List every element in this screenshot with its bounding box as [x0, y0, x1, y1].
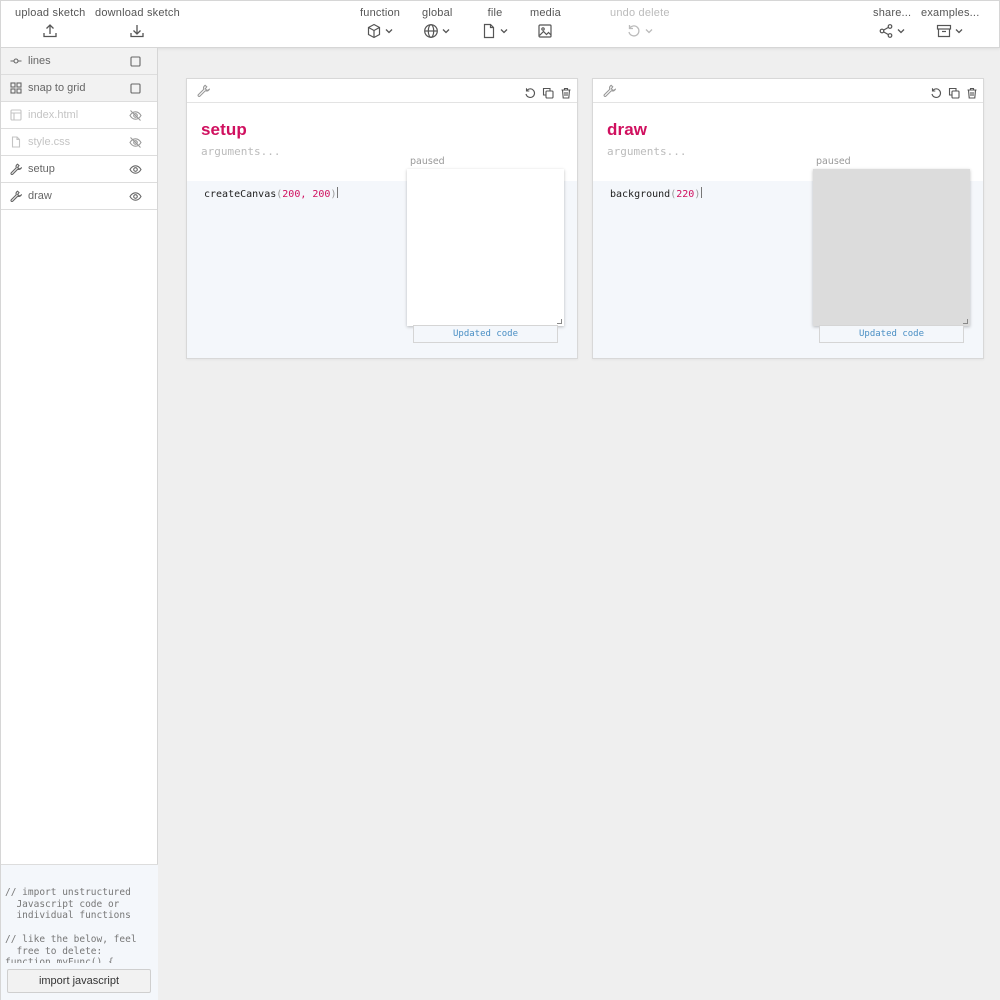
media-label: media — [530, 7, 561, 19]
undo-delete-label: undo delete — [610, 7, 670, 19]
function-menu-button[interactable]: function — [360, 7, 400, 40]
eye-off-icon[interactable] — [129, 109, 142, 122]
function-label: function — [360, 7, 401, 19]
arguments-input[interactable]: arguments... — [201, 145, 280, 158]
checkbox-icon[interactable] — [129, 55, 142, 68]
wrench-icon — [10, 190, 22, 202]
function-name[interactable]: setup — [201, 120, 247, 140]
eye-off-icon[interactable] — [129, 136, 142, 149]
chevron-down-icon — [897, 29, 905, 34]
trash-icon[interactable] — [965, 86, 978, 99]
wrench-icon[interactable] — [603, 84, 617, 97]
code-arguments: 220 — [676, 189, 695, 200]
panel-header: setup arguments... — [187, 79, 577, 181]
media-button[interactable]: media — [530, 7, 561, 40]
share-menu-button[interactable]: share... — [873, 7, 911, 40]
function-name[interactable]: draw — [607, 120, 647, 140]
sidebar-item-snap-to-grid[interactable]: snap to grid — [1, 75, 157, 102]
updated-code-status: Updated code — [819, 325, 964, 343]
share-icon — [879, 24, 893, 38]
trash-icon[interactable] — [559, 86, 572, 99]
duplicate-icon[interactable] — [947, 86, 960, 99]
wrench-icon — [10, 163, 22, 175]
upload-sketch-button[interactable]: upload sketch — [15, 7, 85, 40]
sketch-canvas-preview[interactable] — [407, 169, 564, 326]
globe-icon — [424, 24, 439, 38]
sidebar: lines snap to grid index.html style.css … — [0, 48, 158, 1000]
global-menu-button[interactable]: global — [422, 7, 453, 40]
chevron-down-icon — [385, 29, 393, 34]
panel-bar[interactable] — [187, 79, 577, 103]
import-javascript-area: // import unstructured Javascript code o… — [1, 864, 158, 1000]
grid-icon — [10, 82, 22, 94]
code-function-call: background — [610, 189, 671, 200]
chevron-down-icon — [645, 29, 653, 34]
code-editor[interactable]: background(220) — [610, 187, 703, 200]
eye-icon[interactable] — [129, 190, 142, 203]
import-code-editor[interactable]: // import unstructured Javascript code o… — [5, 887, 155, 963]
layout-icon — [10, 109, 22, 121]
file-menu-button[interactable]: file — [481, 7, 509, 40]
global-label: global — [422, 7, 453, 19]
duplicate-icon[interactable] — [541, 86, 554, 99]
chevron-down-icon — [955, 29, 963, 34]
chevron-down-icon — [500, 29, 508, 34]
reset-icon[interactable] — [929, 86, 942, 99]
code-arguments: 200, 200 — [282, 189, 331, 200]
download-sketch-label: download sketch — [95, 7, 180, 19]
download-sketch-button[interactable]: download sketch — [95, 7, 180, 40]
undo-delete-button[interactable]: undo delete — [610, 7, 670, 40]
toolbar: upload sketch download sketch function g… — [0, 0, 1000, 48]
sidebar-item-label: setup — [28, 163, 55, 175]
sidebar-item-style-css[interactable]: style.css — [1, 129, 157, 156]
examples-label: examples... — [921, 7, 980, 19]
function-panel-setup: setup arguments... createCanvas(200, 200… — [186, 78, 578, 359]
reset-icon[interactable] — [523, 86, 536, 99]
sidebar-item-setup[interactable]: setup — [1, 156, 157, 183]
download-icon — [130, 25, 145, 38]
checkbox-icon[interactable] — [129, 82, 142, 95]
resize-handle[interactable] — [963, 319, 968, 324]
arguments-input[interactable]: arguments... — [607, 145, 686, 158]
paused-label: paused — [410, 156, 445, 167]
sidebar-item-label: snap to grid — [28, 82, 86, 94]
sidebar-item-label: index.html — [28, 109, 79, 121]
sidebar-item-label: draw — [28, 190, 52, 202]
file-icon — [10, 136, 22, 148]
sidebar-item-label: lines — [28, 55, 51, 67]
panel-bar[interactable] — [593, 79, 983, 103]
archive-icon — [937, 24, 952, 38]
file-icon — [483, 23, 495, 39]
eye-icon[interactable] — [129, 163, 142, 176]
undo-icon — [628, 25, 640, 37]
cube-icon — [367, 23, 381, 39]
sidebar-item-label: style.css — [28, 136, 71, 148]
upload-icon — [43, 24, 57, 38]
sidebar-item-draw[interactable]: draw — [1, 183, 157, 210]
sidebar-item-index-html[interactable]: index.html — [1, 102, 157, 129]
image-icon — [538, 24, 553, 38]
commit-icon — [10, 55, 22, 67]
paused-label: paused — [816, 156, 851, 167]
updated-code-status: Updated code — [413, 325, 558, 343]
resize-handle[interactable] — [557, 319, 562, 324]
share-label: share... — [873, 7, 912, 19]
import-javascript-button[interactable]: import javascript — [7, 969, 151, 993]
sketch-canvas-preview[interactable] — [813, 169, 970, 326]
panel-header: draw arguments... — [593, 79, 983, 181]
function-panel-draw: draw arguments... background(220) paused… — [592, 78, 984, 359]
wrench-icon[interactable] — [197, 84, 211, 97]
chevron-down-icon — [442, 29, 450, 34]
file-label: file — [487, 7, 503, 19]
upload-sketch-label: upload sketch — [15, 7, 86, 19]
sidebar-item-lines[interactable]: lines — [1, 48, 157, 75]
code-function-call: createCanvas — [204, 189, 277, 200]
code-editor[interactable]: createCanvas(200, 200) — [204, 187, 339, 200]
examples-menu-button[interactable]: examples... — [921, 7, 979, 40]
